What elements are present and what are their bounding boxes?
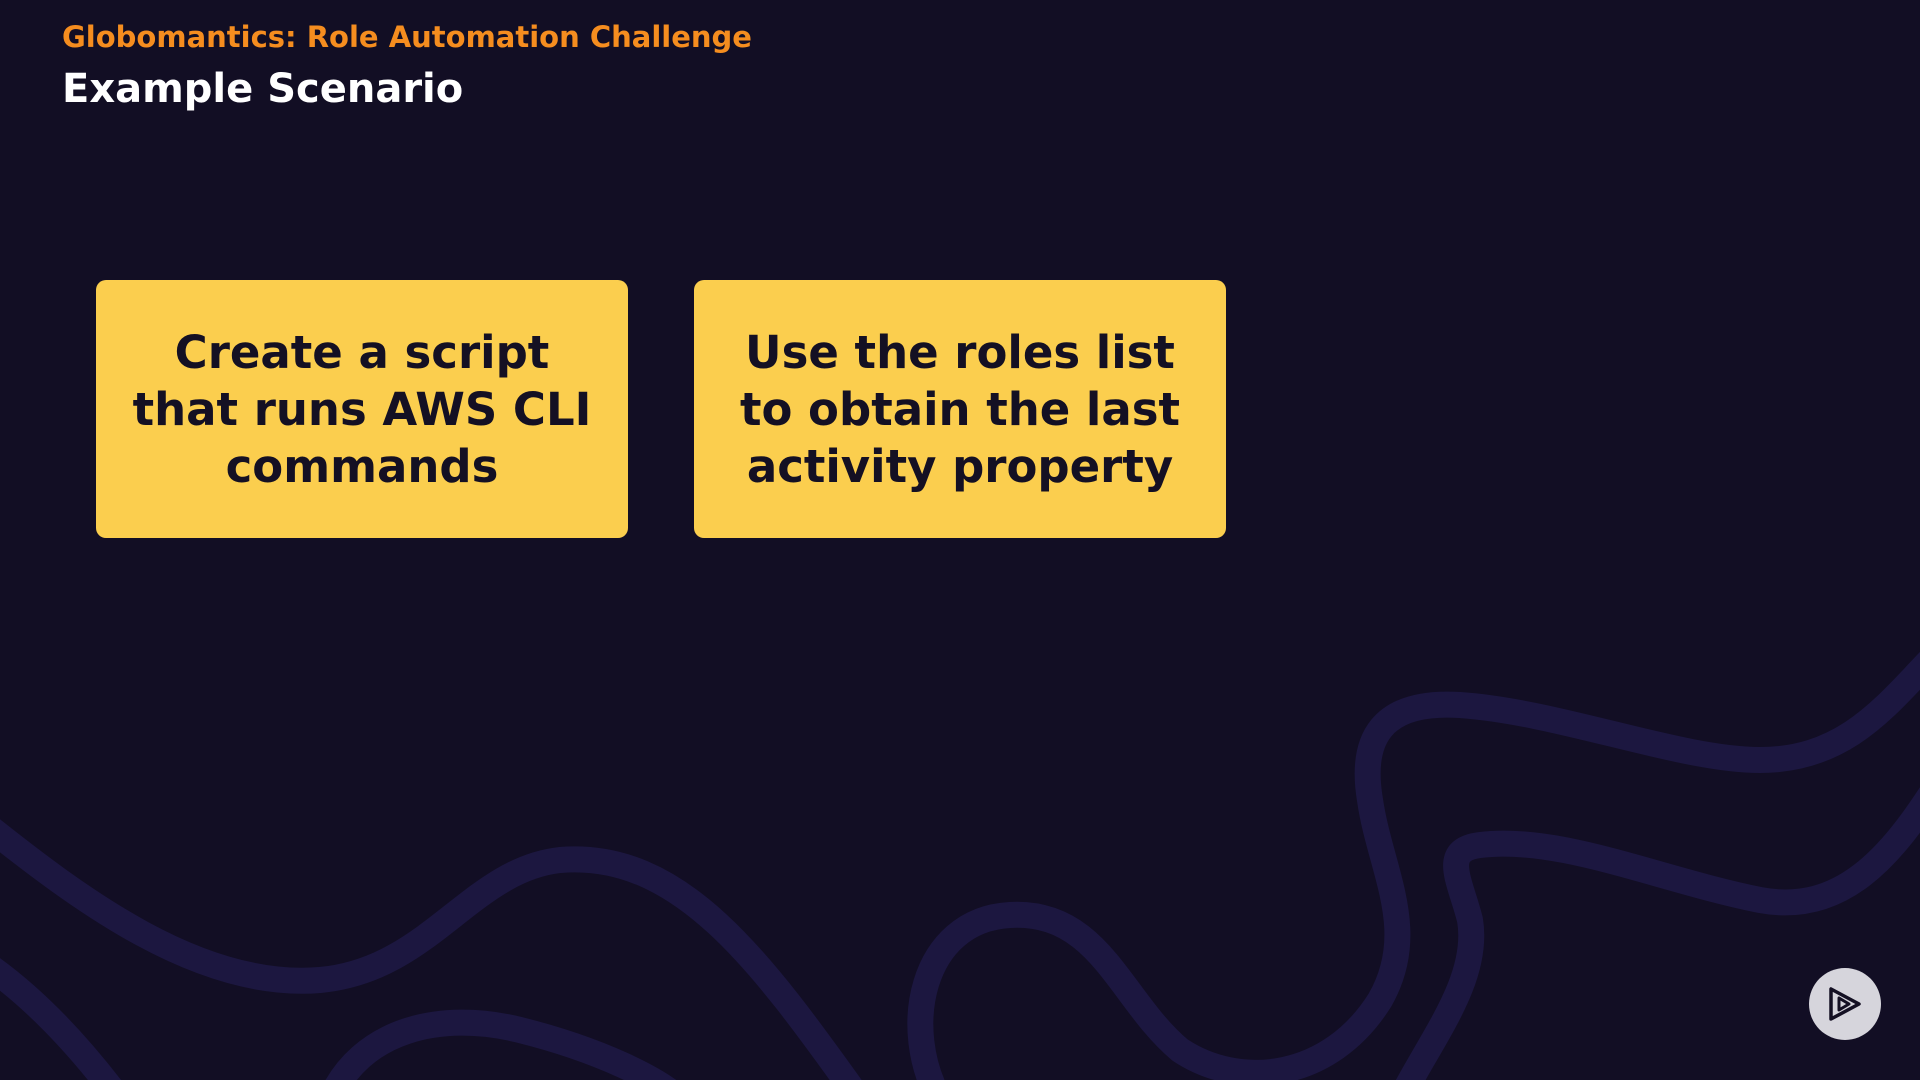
slide-title: Example Scenario	[62, 66, 464, 112]
play-triangle-icon	[1829, 987, 1861, 1021]
play-logo-icon	[1809, 968, 1881, 1040]
slide: Globomantics: Role Automation Challenge …	[0, 0, 1920, 1080]
background-waves	[0, 651, 1920, 1080]
scenario-card-text: Use the roles list to obtain the last ac…	[739, 325, 1181, 493]
slide-subtitle: Globomantics: Role Automation Challenge	[62, 20, 752, 54]
scenario-card-text: Create a script that runs AWS CLI comman…	[132, 325, 592, 493]
scenario-card-2: Use the roles list to obtain the last ac…	[694, 280, 1226, 538]
scenario-card-1: Create a script that runs AWS CLI comman…	[96, 280, 628, 538]
